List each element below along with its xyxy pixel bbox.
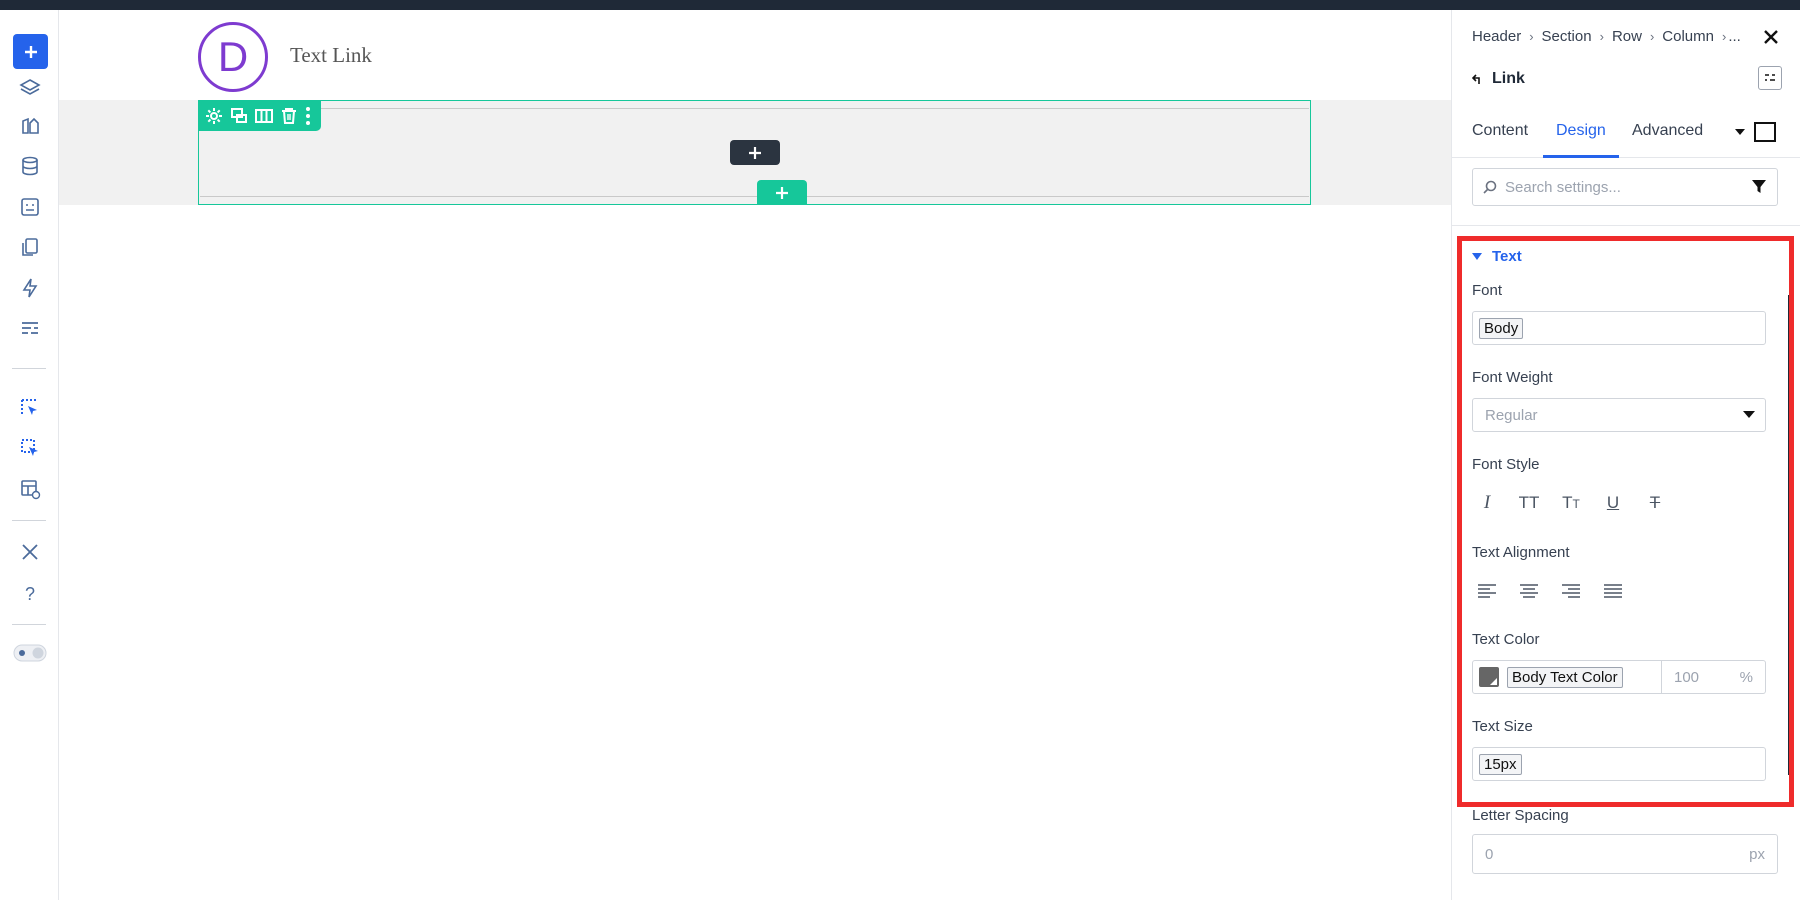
breadcrumb-separator-icon: › — [1599, 29, 1604, 44]
tab-dropdown-icon[interactable] — [1734, 128, 1746, 136]
letter-spacing-unit: px — [1749, 845, 1765, 863]
sidebar-divider — [12, 624, 46, 625]
search-icon — [1483, 180, 1497, 194]
filter-icon[interactable] — [1751, 179, 1767, 195]
breadcrumb-row[interactable]: Row — [1612, 28, 1642, 45]
text-link[interactable]: Text Link — [290, 43, 372, 68]
search-input[interactable]: Search settings... — [1505, 179, 1621, 196]
select-multiple-icon[interactable] — [12, 430, 48, 466]
add-row-button[interactable] — [757, 180, 807, 205]
panel-options-button[interactable] — [1758, 66, 1782, 90]
row-delete-icon[interactable] — [278, 104, 300, 128]
pages-icon[interactable] — [12, 229, 48, 265]
element-name: Link — [1492, 70, 1525, 87]
active-tab-indicator — [1543, 155, 1619, 158]
breadcrumb-column[interactable]: Column — [1662, 28, 1714, 45]
sidebar-divider — [12, 520, 46, 521]
add-element-button[interactable] — [13, 34, 48, 69]
breadcrumb-section[interactable]: Section — [1542, 28, 1592, 45]
panel-divider — [1452, 225, 1800, 226]
back-arrow-icon[interactable] — [1472, 73, 1484, 85]
left-sidebar: ? — [0, 10, 59, 900]
top-bar — [0, 0, 1800, 10]
row-more-icon[interactable] — [303, 104, 313, 128]
breadcrumb-separator-icon: › — [1529, 29, 1534, 44]
layers-icon[interactable] — [12, 70, 48, 106]
row-columns-icon[interactable] — [253, 104, 275, 128]
letter-spacing-label: Letter Spacing — [1472, 807, 1569, 824]
add-module-button[interactable] — [730, 140, 780, 165]
logo-letter: D — [217, 33, 249, 80]
close-panel-button[interactable] — [1758, 24, 1784, 50]
tab-content[interactable]: Content — [1472, 122, 1528, 140]
tools-icon[interactable] — [12, 534, 48, 570]
row-toolbar — [199, 101, 321, 131]
letter-spacing-field[interactable]: 0 px — [1472, 834, 1778, 874]
site-logo[interactable]: D — [198, 22, 268, 92]
element-title: Link — [1472, 70, 1525, 88]
highlight-box — [1457, 236, 1794, 807]
letter-spacing-value: 0 — [1485, 845, 1494, 863]
panel-tabs: Content Design Advanced — [1452, 110, 1800, 158]
sidebar-divider — [12, 368, 46, 369]
search-settings-field[interactable]: Search settings... — [1472, 168, 1778, 206]
help-icon[interactable]: ? — [12, 576, 48, 612]
database-icon[interactable] — [12, 148, 48, 184]
breadcrumb-more[interactable]: ... — [1728, 28, 1741, 45]
select-element-icon[interactable] — [12, 390, 48, 426]
breadcrumb-header[interactable]: Header — [1472, 28, 1521, 45]
form-icon[interactable] — [12, 189, 48, 225]
tab-advanced[interactable]: Advanced — [1632, 122, 1703, 140]
preview-mode-icon[interactable] — [1754, 122, 1776, 142]
theme-builder-icon[interactable] — [12, 108, 48, 144]
breadcrumb-separator-icon: › — [1721, 29, 1727, 44]
list-settings-icon[interactable] — [12, 310, 48, 346]
layout-preview-icon[interactable] — [12, 471, 48, 507]
row-settings-icon[interactable] — [203, 104, 225, 128]
lightning-icon[interactable] — [12, 270, 48, 306]
tab-design[interactable]: Design — [1556, 122, 1606, 140]
dark-mode-toggle-icon[interactable] — [12, 635, 48, 671]
row-duplicate-icon[interactable] — [228, 104, 250, 128]
breadcrumb: Header › Section › Row › Column › ... — [1472, 28, 1741, 45]
breadcrumb-separator-icon: › — [1649, 29, 1655, 44]
